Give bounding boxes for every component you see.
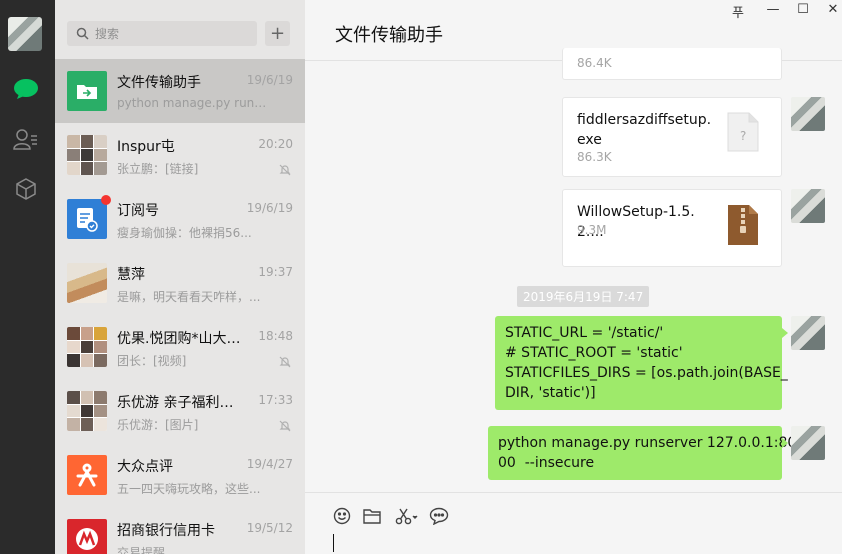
- unread-dot: [101, 195, 111, 205]
- search-placeholder: 搜索: [95, 27, 120, 41]
- conversation-name: 优果.悦团购*山大二院: [117, 331, 242, 347]
- file-unknown-icon: ?: [727, 112, 759, 156]
- file-size: 86.3K: [577, 150, 612, 164]
- file-name: fiddlersazdiffsetup.exe: [577, 112, 712, 148]
- add-chat-button[interactable]: +: [265, 21, 290, 46]
- close-button[interactable]: ✕: [823, 2, 842, 17]
- file-message[interactable]: 86.4K: [562, 48, 782, 80]
- conversation-name: 大众点评: [117, 459, 173, 475]
- conversation-name: Inspur屯: [117, 139, 175, 155]
- minimize-button[interactable]: —: [763, 2, 783, 17]
- file-message[interactable]: WillowSetup-1.5.2.... 9.3M: [562, 189, 782, 267]
- search-input[interactable]: 搜索: [67, 21, 257, 46]
- search-icon: [76, 27, 89, 43]
- emoji-icon[interactable]: [331, 505, 353, 527]
- folder-icon[interactable]: [361, 505, 383, 527]
- zip-archive-icon: [727, 204, 759, 250]
- list-item[interactable]: 乐优游 亲子福利特... 17:33 乐优游：[图片]: [55, 379, 305, 443]
- list-item[interactable]: 文件传输助手 19/6/19 python manage.py runs...: [55, 59, 305, 123]
- mute-bell-icon: [279, 417, 291, 436]
- conversation-preview: 瘦身瑜伽操：他裸捐56...: [117, 226, 252, 240]
- chat-pane: 文件传输助手 푸 — ☐ ✕ 86.4K fiddlersazdiffsetup…: [305, 0, 842, 554]
- file-size: 86.4K: [577, 56, 612, 70]
- chats-icon[interactable]: [10, 75, 42, 103]
- mute-bell-icon: [279, 161, 291, 180]
- mini-programs-icon[interactable]: [10, 175, 42, 203]
- maximize-button[interactable]: ☐: [793, 2, 813, 17]
- group-avatar: [67, 135, 107, 175]
- list-item[interactable]: 订阅号 19/6/19 瘦身瑜伽操：他裸捐56...: [55, 187, 305, 251]
- conversation-preview: 张立鹏：[链接]: [117, 162, 199, 176]
- sidebar-rail: [0, 0, 55, 554]
- conversation-list: 搜索 + 文件传输助手 19/6/19 python manage.py run…: [55, 0, 305, 554]
- chat-history-icon[interactable]: [428, 505, 450, 527]
- my-avatar[interactable]: [791, 316, 825, 350]
- pin-window-button[interactable]: 푸: [728, 2, 748, 21]
- conversation-preview: python manage.py runs...: [117, 96, 267, 110]
- avatar[interactable]: [8, 17, 42, 51]
- contacts-icon[interactable]: [10, 125, 42, 153]
- my-avatar[interactable]: [791, 426, 825, 460]
- conversation-preview: 交易提醒: [117, 546, 166, 554]
- conversation-time: 19:37: [258, 265, 293, 279]
- conversation-name: 乐优游 亲子福利特...: [117, 395, 242, 411]
- list-item[interactable]: 招商银行信用卡 19/5/12 交易提醒: [55, 507, 305, 554]
- conversation-time: 19/4/27: [246, 457, 293, 471]
- svg-text:?: ?: [740, 129, 746, 143]
- message-timestamp: 2019年6月19日 7:47: [517, 286, 650, 307]
- conversation-preview: 乐优游：[图片]: [117, 418, 199, 432]
- conversation-time: 19/5/12: [246, 521, 293, 535]
- conversation-name: 文件传输助手: [117, 75, 201, 91]
- message-bubble[interactable]: STATIC_URL = '/static/' # STATIC_ROOT = …: [495, 316, 788, 410]
- group-avatar: [67, 327, 107, 367]
- my-avatar[interactable]: [791, 97, 825, 131]
- conversation-time: 19/6/19: [246, 201, 293, 215]
- contact-avatar: [67, 263, 107, 303]
- text-caret: [333, 534, 334, 552]
- conversation-time: 20:20: [258, 137, 293, 151]
- list-item[interactable]: 慧萍 19:37 是嘛，明天看看天咋样，...: [55, 251, 305, 315]
- file-size: 9.3M: [577, 223, 607, 237]
- conversation-preview: 是嘛，明天看看天咋样，...: [117, 290, 261, 304]
- conversation-name: 招商银行信用卡: [117, 523, 215, 539]
- message-composer[interactable]: [305, 492, 842, 554]
- file-transfer-avatar: [67, 71, 107, 111]
- my-avatar[interactable]: [791, 189, 825, 223]
- conversation-time: 19/6/19: [246, 73, 293, 87]
- conversation-name: 慧萍: [117, 267, 145, 283]
- dianping-logo-icon: [67, 455, 107, 495]
- conversation-name: 订阅号: [117, 203, 159, 219]
- subscriptions-avatar: [67, 199, 107, 239]
- message-bubble[interactable]: python manage.py runserver 127.0.0.1:80 …: [488, 426, 796, 480]
- conversation-time: 17:33: [258, 393, 293, 407]
- cmb-logo-icon: [67, 519, 107, 554]
- conversation-preview: 五一四天嗨玩攻略，这些...: [117, 482, 261, 496]
- conversation-time: 18:48: [258, 329, 293, 343]
- mute-bell-icon: [279, 353, 291, 372]
- file-message[interactable]: fiddlersazdiffsetup.exe 86.3K ?: [562, 97, 782, 177]
- group-avatar: [67, 391, 107, 431]
- list-item[interactable]: Inspur屯 20:20 张立鹏：[链接]: [55, 123, 305, 187]
- list-item[interactable]: 优果.悦团购*山大二院 18:48 团长：[视频]: [55, 315, 305, 379]
- conversation-preview: 团长：[视频]: [117, 354, 187, 368]
- chat-title: 文件传输助手: [335, 25, 443, 46]
- list-item[interactable]: 大众点评 19/4/27 五一四天嗨玩攻略，这些...: [55, 443, 305, 507]
- scissors-icon[interactable]: [393, 505, 421, 527]
